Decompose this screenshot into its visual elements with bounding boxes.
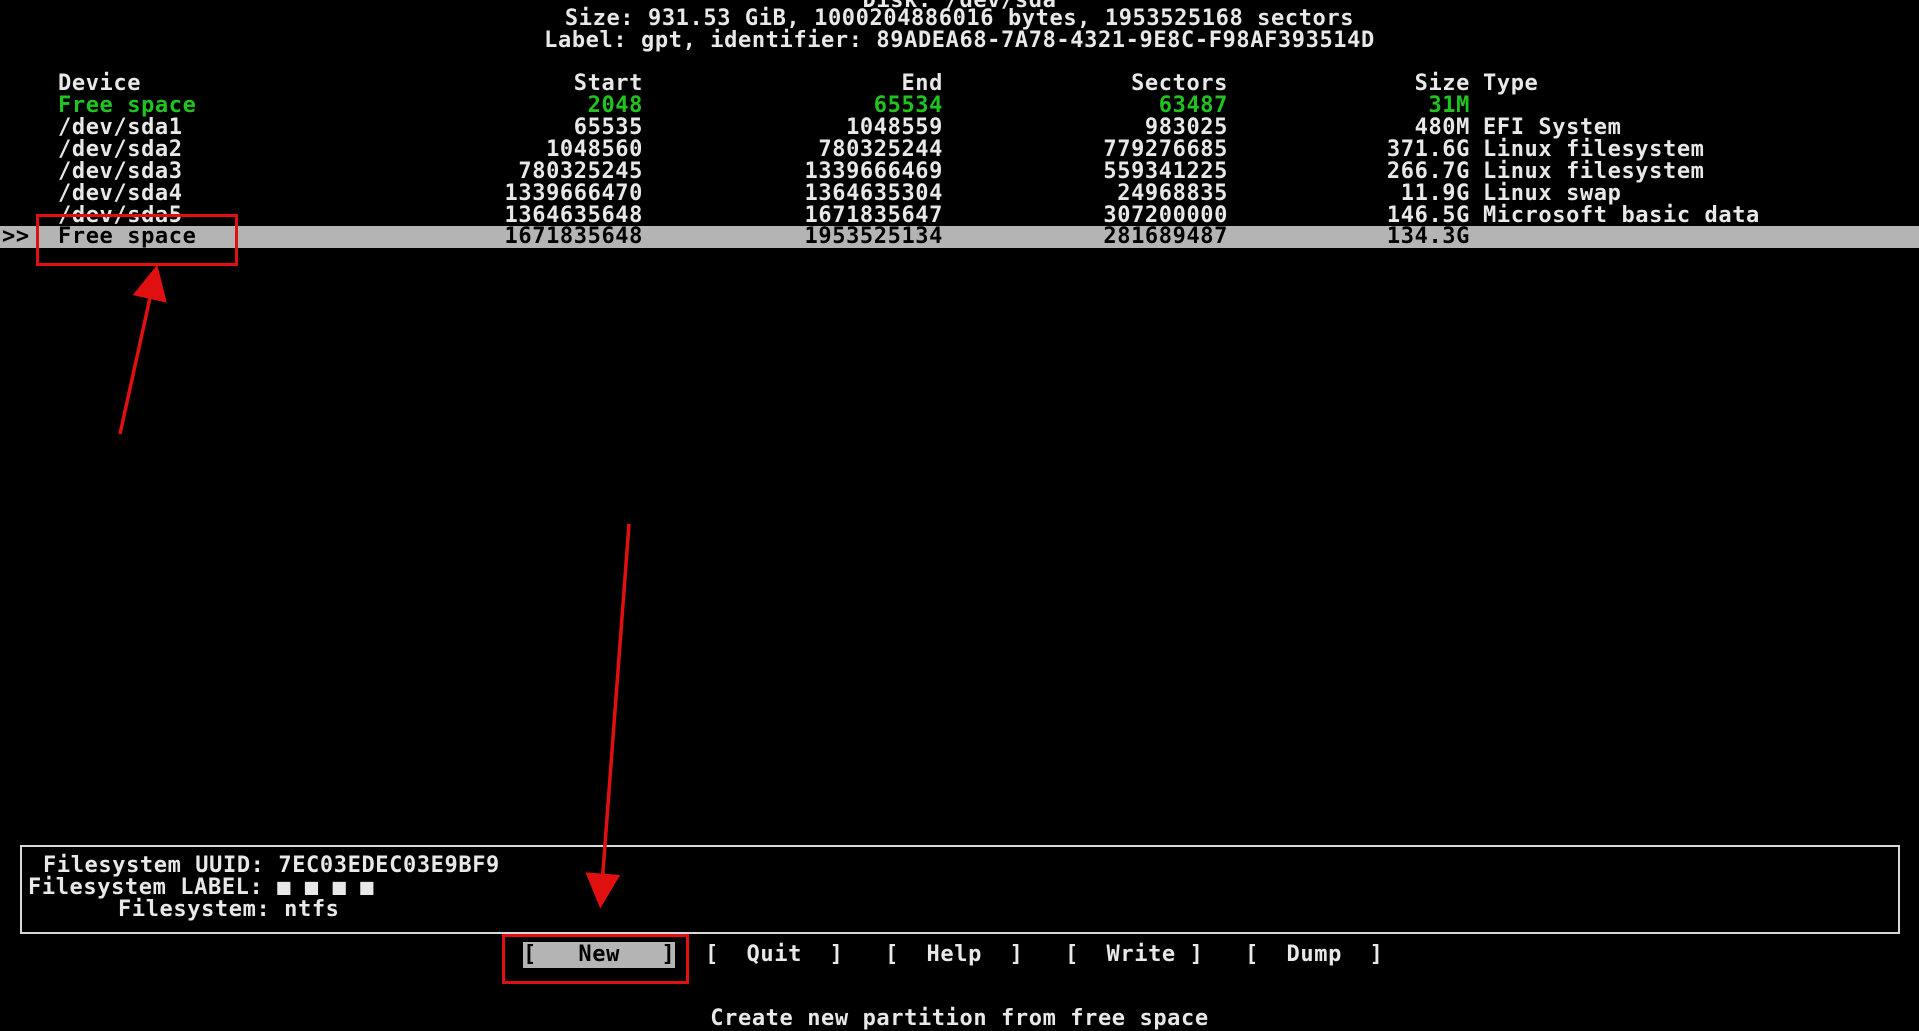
annotation-arrows bbox=[118, 264, 631, 909]
arrow-to-new-button bbox=[585, 523, 631, 909]
arrow-to-free-space bbox=[118, 264, 167, 435]
